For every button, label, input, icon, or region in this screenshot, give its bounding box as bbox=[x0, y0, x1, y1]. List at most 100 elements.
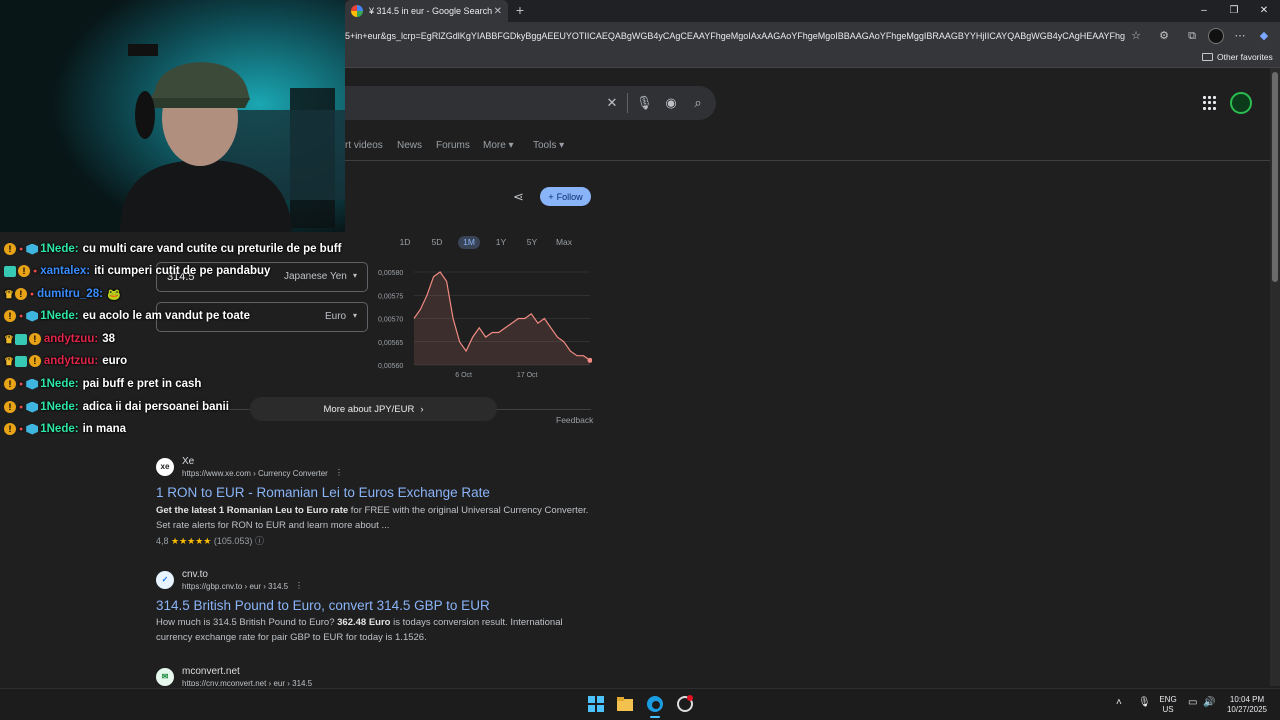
loyalty-badge-icon: ! bbox=[4, 401, 16, 413]
scrollbar-thumb[interactable] bbox=[1272, 72, 1278, 282]
other-favorites[interactable]: Other favorites bbox=[1202, 52, 1273, 62]
mconvert-favicon-icon: ✉ bbox=[156, 668, 174, 686]
start-icon[interactable] bbox=[586, 694, 606, 714]
chat-text: cu multi care vand cutite cu preturile d… bbox=[82, 243, 342, 255]
chat-message: ! ● 1Nede: eu acolo le am vandut pe toate bbox=[4, 307, 250, 325]
favorite-star-icon[interactable]: ☆ bbox=[1128, 28, 1144, 44]
range-max[interactable]: Max bbox=[553, 236, 575, 249]
chat-message: ! ● 1Nede: cu multi care vand cutite cu pre… bbox=[4, 240, 341, 258]
chat-username[interactable]: 1Nede: bbox=[40, 423, 78, 435]
result-site[interactable]: Xe bbox=[182, 456, 194, 467]
feedback-link[interactable]: Feedback bbox=[556, 415, 593, 425]
range-1m[interactable]: 1M bbox=[458, 236, 480, 249]
result-title[interactable]: 1 RON to EUR - Romanian Lei to Euros Exc… bbox=[156, 485, 490, 500]
y-tick-label: 0,00575 bbox=[378, 293, 403, 300]
crown-badge-icon: ♛ bbox=[4, 288, 14, 301]
chat-username[interactable]: 1Nede: bbox=[40, 310, 78, 322]
tab-tools[interactable]: Tools ▾ bbox=[533, 140, 564, 151]
result-cite[interactable]: https://gbp.cnv.to › eur › 314.5 bbox=[182, 582, 288, 591]
dropdown-icon: ▾ bbox=[353, 271, 358, 280]
file-explorer-icon[interactable] bbox=[615, 694, 635, 714]
more-options-icon[interactable]: ⋮ bbox=[295, 581, 303, 590]
chat-username[interactable]: 1Nede: bbox=[40, 378, 78, 390]
chat-username[interactable]: andytzuu: bbox=[44, 333, 98, 345]
chat-username[interactable]: xantalex: bbox=[40, 265, 90, 277]
chat-username[interactable]: 1Nede: bbox=[40, 401, 78, 413]
microphone-icon[interactable]: 🎙 bbox=[636, 95, 653, 111]
tab-forums[interactable]: Forums bbox=[436, 140, 470, 151]
browser-tab[interactable]: ¥ 314.5 in eur - Google Search ✕ bbox=[345, 0, 508, 22]
chat-message: ! ● 1Nede: pai buff e pret in cash bbox=[4, 375, 201, 393]
collections-icon[interactable]: ⧉ bbox=[1184, 28, 1200, 44]
dot-icon: ● bbox=[19, 380, 24, 388]
keyboard-layout: US bbox=[1162, 705, 1174, 714]
clock[interactable]: 10:04 PM 10/27/2025 bbox=[1222, 695, 1272, 715]
language-indicator[interactable]: ENG US bbox=[1157, 695, 1179, 715]
range-5y[interactable]: 5Y bbox=[521, 236, 543, 249]
crown-badge-icon: ♛ bbox=[4, 333, 14, 346]
lens-icon[interactable]: ◉ bbox=[663, 95, 679, 111]
account-avatar[interactable] bbox=[1230, 92, 1252, 114]
apps-grid-icon[interactable] bbox=[1203, 96, 1217, 110]
chat-text: in mana bbox=[82, 423, 127, 435]
extensions-icon[interactable]: ⚙ bbox=[1156, 28, 1172, 44]
result-title[interactable]: 314.5 British Pound to Euro, convert 314… bbox=[156, 598, 490, 613]
dot-icon: ● bbox=[29, 290, 35, 298]
loyalty-badge-icon: ! bbox=[28, 333, 41, 345]
cnv-favicon-icon: ✓ bbox=[156, 571, 174, 589]
tab-news[interactable]: News bbox=[397, 140, 422, 151]
taskbar bbox=[0, 688, 1280, 720]
copilot-icon[interactable]: ◆ bbox=[1256, 28, 1272, 44]
tab-short-videos[interactable]: rt videos bbox=[345, 140, 383, 151]
maximize-button[interactable]: ❐ bbox=[1225, 3, 1243, 19]
obs-icon[interactable] bbox=[675, 694, 695, 714]
range-5d[interactable]: 5D bbox=[426, 236, 448, 249]
share-icon[interactable]: ⋖ bbox=[513, 189, 529, 205]
clear-icon[interactable]: ✕ bbox=[604, 95, 620, 111]
info-icon[interactable]: ⓘ bbox=[255, 536, 264, 546]
profile-icon[interactable] bbox=[1208, 28, 1224, 44]
chevron-right-icon: › bbox=[420, 403, 424, 415]
nav-divider bbox=[300, 160, 1270, 161]
search-input[interactable] bbox=[300, 86, 716, 120]
clock-time: 10:04 PM bbox=[1229, 695, 1265, 704]
tab-more[interactable]: More ▾ bbox=[483, 140, 514, 151]
result-site[interactable]: mconvert.net bbox=[182, 666, 240, 677]
volume-icon[interactable]: 🔊 bbox=[1203, 698, 1215, 708]
search-icon[interactable]: ⌕ bbox=[690, 95, 706, 111]
result-cite[interactable]: https://cny.mconvert.net › eur › 314.5 bbox=[182, 679, 312, 686]
url-field[interactable]: 5+in+eur&gs_lcrp=EgRlZGdlKgYIABBFGDkyBgg… bbox=[345, 27, 1125, 45]
from-currency-select[interactable]: Japanese Yen bbox=[284, 271, 347, 282]
range-1d[interactable]: 1D bbox=[394, 236, 416, 249]
more-about-label: More about JPY/EUR bbox=[323, 403, 415, 415]
more-about-button[interactable]: More about JPY/EUR › bbox=[250, 397, 497, 421]
active-app-indicator bbox=[650, 716, 660, 718]
chat-text: euro bbox=[102, 355, 128, 367]
to-currency-select[interactable]: Euro bbox=[325, 311, 346, 322]
close-tab-icon[interactable]: ✕ bbox=[494, 6, 502, 17]
network-icon[interactable]: ▭ bbox=[1188, 698, 1197, 708]
minimize-button[interactable]: – bbox=[1195, 3, 1213, 19]
chat-username[interactable]: 1Nede: bbox=[40, 243, 78, 255]
chat-username[interactable]: andytzuu: bbox=[44, 355, 98, 367]
new-tab-button[interactable]: + bbox=[512, 2, 528, 18]
range-1y[interactable]: 1Y bbox=[490, 236, 512, 249]
y-tick-label: 0,00565 bbox=[378, 340, 403, 347]
close-window-button[interactable]: ✕ bbox=[1255, 3, 1273, 19]
tray-chevron-icon[interactable]: ˄ bbox=[1116, 698, 1122, 708]
cube-badge-icon bbox=[26, 401, 39, 413]
more-options-icon[interactable]: ⋮ bbox=[335, 468, 343, 477]
tab-title: ¥ 314.5 in eur - Google Search bbox=[369, 6, 493, 16]
chat-username[interactable]: dumitru_28: bbox=[37, 288, 103, 300]
follow-button[interactable]: + Follow bbox=[540, 187, 591, 206]
dot-icon: ● bbox=[19, 312, 24, 320]
edge-icon[interactable] bbox=[645, 694, 665, 714]
result-rating: 4,8 ★★★★★ (105.053) ⓘ bbox=[156, 534, 264, 547]
rating-count: (105.053) bbox=[213, 536, 253, 546]
result-site[interactable]: cnv.to bbox=[182, 569, 208, 580]
vip-badge-icon bbox=[4, 265, 16, 277]
menu-dots-icon[interactable]: ⋯ bbox=[1232, 28, 1248, 44]
result-cite[interactable]: https://www.xe.com › Currency Converter bbox=[182, 469, 328, 478]
loyalty-badge-icon: ! bbox=[4, 378, 16, 390]
microphone-tray-icon[interactable]: 🎙 bbox=[1138, 698, 1151, 708]
